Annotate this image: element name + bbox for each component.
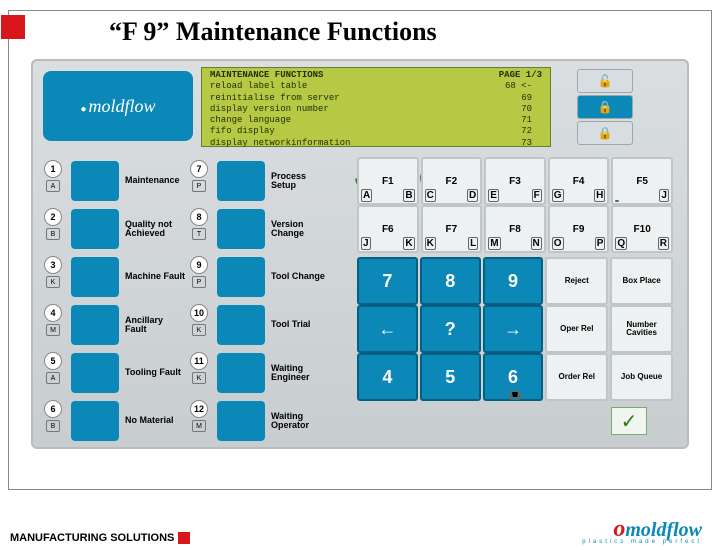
device-button-9[interactable] xyxy=(217,257,265,297)
softkey-order-rel[interactable]: Order RelW xyxy=(545,353,608,401)
button-label: Tool Trial xyxy=(269,320,331,329)
lock-closed-alt-icon[interactable]: 🔒 xyxy=(577,121,633,145)
lcd-row: change language71 xyxy=(210,115,542,126)
device-button-3[interactable] xyxy=(71,257,119,297)
lcd-row: fifo display72 xyxy=(210,126,542,137)
device-button-11[interactable] xyxy=(217,353,265,393)
button-label: Ancillary Fault xyxy=(123,316,185,335)
device-button-5[interactable] xyxy=(71,353,119,393)
brand-logo: omoldflow plastics made perfect xyxy=(582,518,702,546)
button-label: No Material xyxy=(123,416,185,425)
button-label: Waiting Engineer xyxy=(269,364,331,383)
softkey-f3[interactable]: F3EF xyxy=(484,157,546,205)
device-button-8[interactable] xyxy=(217,209,265,249)
lcd-header-right: PAGE 1/3 xyxy=(499,70,542,81)
softkey-f2[interactable]: F2CD xyxy=(421,157,483,205)
softkey-f6[interactable]: F6JK xyxy=(357,205,419,253)
device-button-7[interactable] xyxy=(217,161,265,201)
keypad-7[interactable]: 7 xyxy=(357,257,418,305)
softkey-f1[interactable]: F1AB xyxy=(357,157,419,205)
device-button-1[interactable] xyxy=(71,161,119,201)
numeric-keypad: 789RejectSBox PlaceT ←?→Oper RelUNumber C… xyxy=(357,257,673,401)
softkey-f5[interactable]: F5 J xyxy=(611,157,673,205)
softkey-reject[interactable]: RejectS xyxy=(545,257,608,305)
lock-switch[interactable]: 🔓 🔒 🔒 xyxy=(545,67,665,147)
lcd-row: display networkinformation73 xyxy=(210,138,542,149)
softkey-f9[interactable]: F9OP xyxy=(548,205,610,253)
footer-label: MANUFACTURING SOLUTIONS xyxy=(10,532,190,544)
button-label: Waiting Operator xyxy=(269,412,331,431)
lcd-header-left: MAINTENANCE FUNCTIONS xyxy=(210,70,323,81)
button-label: Maintenance xyxy=(123,176,185,185)
button-label: Process Setup xyxy=(269,172,331,191)
lcd-row: reinitialise from server69 xyxy=(210,93,542,104)
enter-button[interactable]: ✓ xyxy=(611,407,647,435)
keypad-?[interactable]: ? xyxy=(420,305,481,353)
device-button-10[interactable] xyxy=(217,305,265,345)
button-label: Tooling Fault xyxy=(123,368,185,377)
keypad-←[interactable]: ← xyxy=(357,305,418,353)
softkey-f10[interactable]: F10QR xyxy=(611,205,673,253)
device-button-6[interactable] xyxy=(71,401,119,441)
button-label: Tool Change xyxy=(269,272,331,281)
accent-block-small xyxy=(178,532,190,544)
device-logo: moldflow xyxy=(43,71,193,141)
function-keys: F1ABF2CDF3EFF4GHF5 J F6JKF7KLF8MNF9OPF10… xyxy=(357,157,673,253)
softkey-oper-rel[interactable]: Oper RelU xyxy=(545,305,608,353)
keypad-9[interactable]: 9 xyxy=(483,257,544,305)
device-panel: moldflow MAINTENANCE FUNCTIONS PAGE 1/3 … xyxy=(31,59,689,449)
left-button-grid: 1AMaintenance7PProcess Setup2BQuality no… xyxy=(39,157,339,445)
lcd-row: reload label table68 <- xyxy=(210,81,542,92)
button-label: Machine Fault xyxy=(123,272,185,281)
lcd-row: display version number70 xyxy=(210,104,542,115)
check-icon: ✓ xyxy=(621,409,638,434)
accent-block xyxy=(1,15,25,39)
softkey-f8[interactable]: F8MN xyxy=(484,205,546,253)
softkey-number-cavities[interactable]: Number CavitiesV xyxy=(610,305,673,353)
device-button-12[interactable] xyxy=(217,401,265,441)
page-title: “F 9” Maintenance Functions xyxy=(9,11,711,55)
lcd-screen: MAINTENANCE FUNCTIONS PAGE 1/3 reload la… xyxy=(201,67,551,147)
softkey-box-place[interactable]: Box PlaceT xyxy=(610,257,673,305)
softkey-job-queue[interactable]: Job QueueZ xyxy=(610,353,673,401)
lock-closed-icon[interactable]: 🔒 xyxy=(577,95,633,119)
keypad-4[interactable]: 4 xyxy=(357,353,418,401)
device-button-4[interactable] xyxy=(71,305,119,345)
keypad-→[interactable]: → xyxy=(483,305,544,353)
button-label: Version Change xyxy=(269,220,331,239)
lock-open-icon[interactable]: 🔓 xyxy=(577,69,633,93)
softkey-f7[interactable]: F7KL xyxy=(421,205,483,253)
softkey-f4[interactable]: F4GH xyxy=(548,157,610,205)
button-label: Quality not Achieved xyxy=(123,220,185,239)
keypad-5[interactable]: 5 xyxy=(420,353,481,401)
device-button-2[interactable] xyxy=(71,209,119,249)
keypad-8[interactable]: 8 xyxy=(420,257,481,305)
